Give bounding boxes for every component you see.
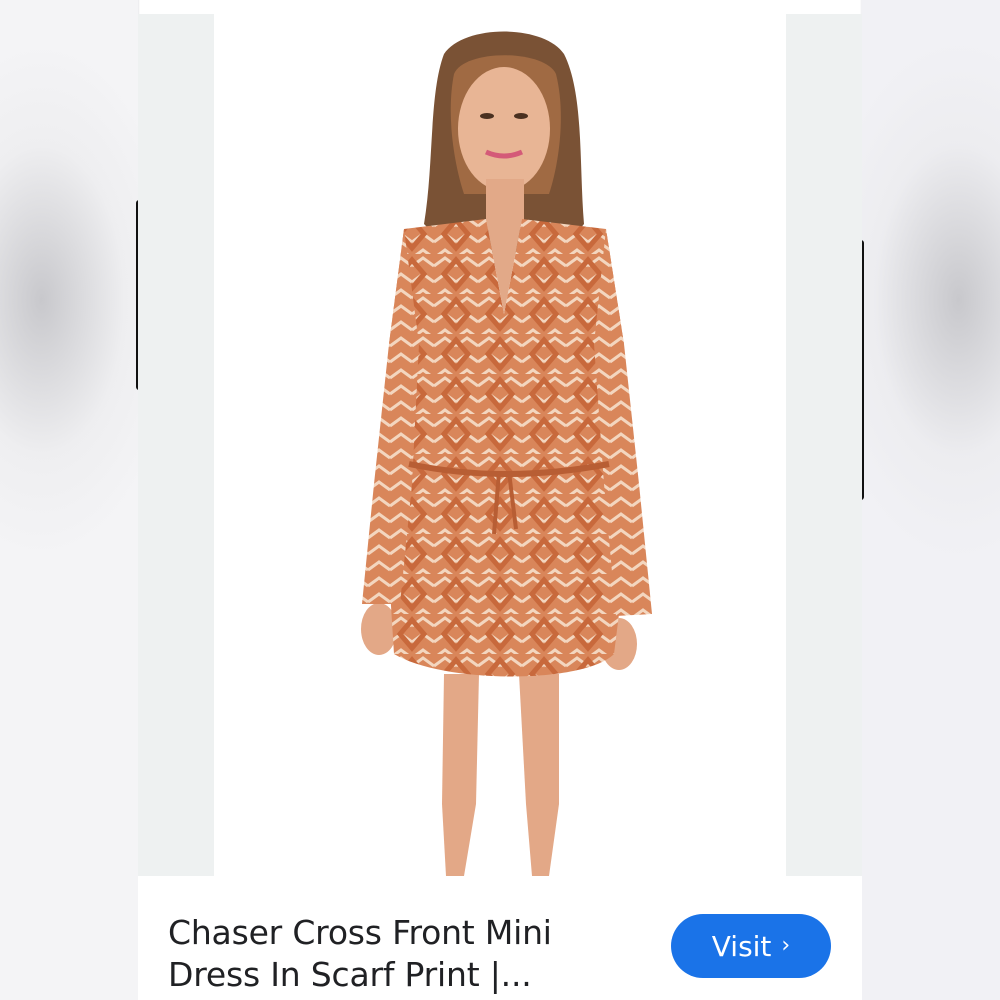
result-title[interactable]: Chaser Cross Front Mini Dress In Scarf P… (168, 912, 608, 996)
image-margin-right (786, 14, 862, 876)
visit-button[interactable]: Visit › (671, 914, 831, 978)
result-info: Chaser Cross Front Mini Dress In Scarf P… (138, 876, 862, 1000)
product-image-frame[interactable] (138, 14, 862, 876)
chevron-right-icon: › (781, 933, 791, 958)
image-margin-left (138, 14, 214, 876)
product-photo[interactable] (214, 14, 786, 876)
blurred-background-right (862, 0, 1000, 1000)
blurred-background-left (0, 0, 138, 1000)
search-result-card[interactable]: Chaser Cross Front Mini Dress In Scarf P… (138, 14, 862, 1000)
model-in-dress-image (361, 31, 652, 876)
visit-button-label: Visit (711, 929, 772, 963)
